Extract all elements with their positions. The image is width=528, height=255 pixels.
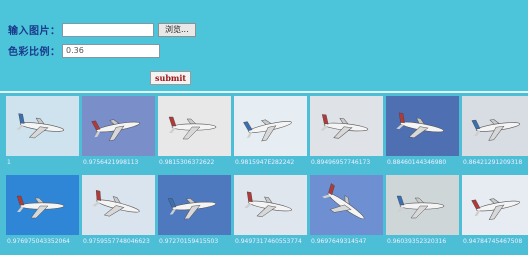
result-thumbnail[interactable] (234, 175, 307, 235)
airplane-icon (16, 113, 65, 139)
result-item[interactable]: 0.96039352320316 (386, 175, 462, 252)
airplane-icon (92, 189, 140, 217)
result-item[interactable]: 0.9815306372622 (158, 96, 234, 173)
similarity-score: 0.94784745467508 (463, 238, 523, 245)
image-label: 输入图片： (8, 26, 61, 37)
result-item[interactable]: 0.89496957746173 (310, 96, 386, 173)
result-thumbnail[interactable] (158, 96, 231, 156)
similarity-score: 0.96039352320316 (387, 238, 447, 245)
airplane-icon (91, 119, 140, 142)
result-item[interactable]: 0.9815947E282242 (234, 96, 310, 173)
airplane-icon (471, 119, 521, 141)
airplane-icon (167, 198, 217, 220)
airplane-icon (322, 183, 365, 220)
airplane-icon (320, 114, 369, 139)
similarity-score: 0.9756421998113 (83, 159, 139, 166)
ratio-input[interactable]: 0.36 (62, 43, 160, 58)
result-item[interactable]: 1 (6, 96, 82, 173)
result-item[interactable]: 0.88460144346980 (386, 96, 462, 173)
result-thumbnail[interactable] (386, 96, 459, 156)
similarity-score: 1 (7, 159, 11, 166)
result-thumbnail[interactable] (82, 175, 155, 235)
result-thumbnail[interactable] (310, 175, 383, 235)
result-item[interactable]: 0.9497317460553774 (234, 175, 310, 252)
similarity-score: 0.88460144346980 (387, 159, 447, 166)
similarity-score: 0.97270159415503 (159, 238, 219, 245)
file-path-field[interactable] (62, 22, 154, 37)
airplane-icon (168, 116, 217, 140)
result-thumbnail[interactable] (234, 96, 307, 156)
similarity-score: 0.89496957746173 (311, 159, 371, 166)
similarity-score: 0.976975043352064 (7, 238, 70, 245)
image-row: 输入图片： 浏览... (8, 20, 196, 39)
similarity-score: 0.9759557748046623 (83, 238, 150, 245)
airplane-icon (396, 112, 444, 139)
upload-form: 输入图片： 浏览... 色彩比例： 0.36 (8, 20, 196, 62)
result-thumbnail[interactable] (6, 96, 79, 156)
results-grid: 1 0.9756421998113 0.9815306372622 0.9815947… (6, 96, 528, 252)
result-thumbnail[interactable] (310, 96, 383, 156)
ratio-row: 色彩比例： 0.36 (8, 41, 196, 60)
result-item[interactable]: 0.9756421998113 (82, 96, 158, 173)
result-item[interactable]: 0.9759557748046623 (82, 175, 158, 252)
result-item[interactable]: 0.94784745467508 (462, 175, 528, 252)
similarity-score: 0.9497317460553774 (235, 238, 302, 245)
airplane-icon (16, 195, 65, 219)
similarity-score: 0.9815947E282242 (235, 159, 295, 166)
result-thumbnail[interactable] (82, 96, 155, 156)
airplane-icon (396, 195, 445, 219)
airplane-icon (244, 191, 292, 218)
browse-button[interactable]: 浏览... (158, 22, 196, 37)
similarity-score: 0.9815306372622 (159, 159, 215, 166)
similarity-score: 0.9697649314547 (311, 238, 367, 245)
ratio-label: 色彩比例： (8, 47, 61, 58)
result-thumbnail[interactable] (462, 175, 528, 235)
submit-button[interactable]: submit (150, 71, 192, 85)
result-item[interactable]: 0.9697649314547 (310, 175, 386, 252)
results-panel: 1 0.9756421998113 0.9815306372622 0.9815947… (0, 91, 528, 255)
result-item[interactable]: 0.976975043352064 (6, 175, 82, 252)
airplane-icon (243, 119, 292, 142)
result-thumbnail[interactable] (386, 175, 459, 235)
similarity-score: 0.86421291209318 (463, 159, 523, 166)
airplane-icon (471, 198, 520, 221)
result-item[interactable]: 0.97270159415503 (158, 175, 234, 252)
result-item[interactable]: 0.86421291209318 (462, 96, 528, 173)
result-thumbnail[interactable] (6, 175, 79, 235)
result-thumbnail[interactable] (158, 175, 231, 235)
result-thumbnail[interactable] (462, 96, 528, 156)
